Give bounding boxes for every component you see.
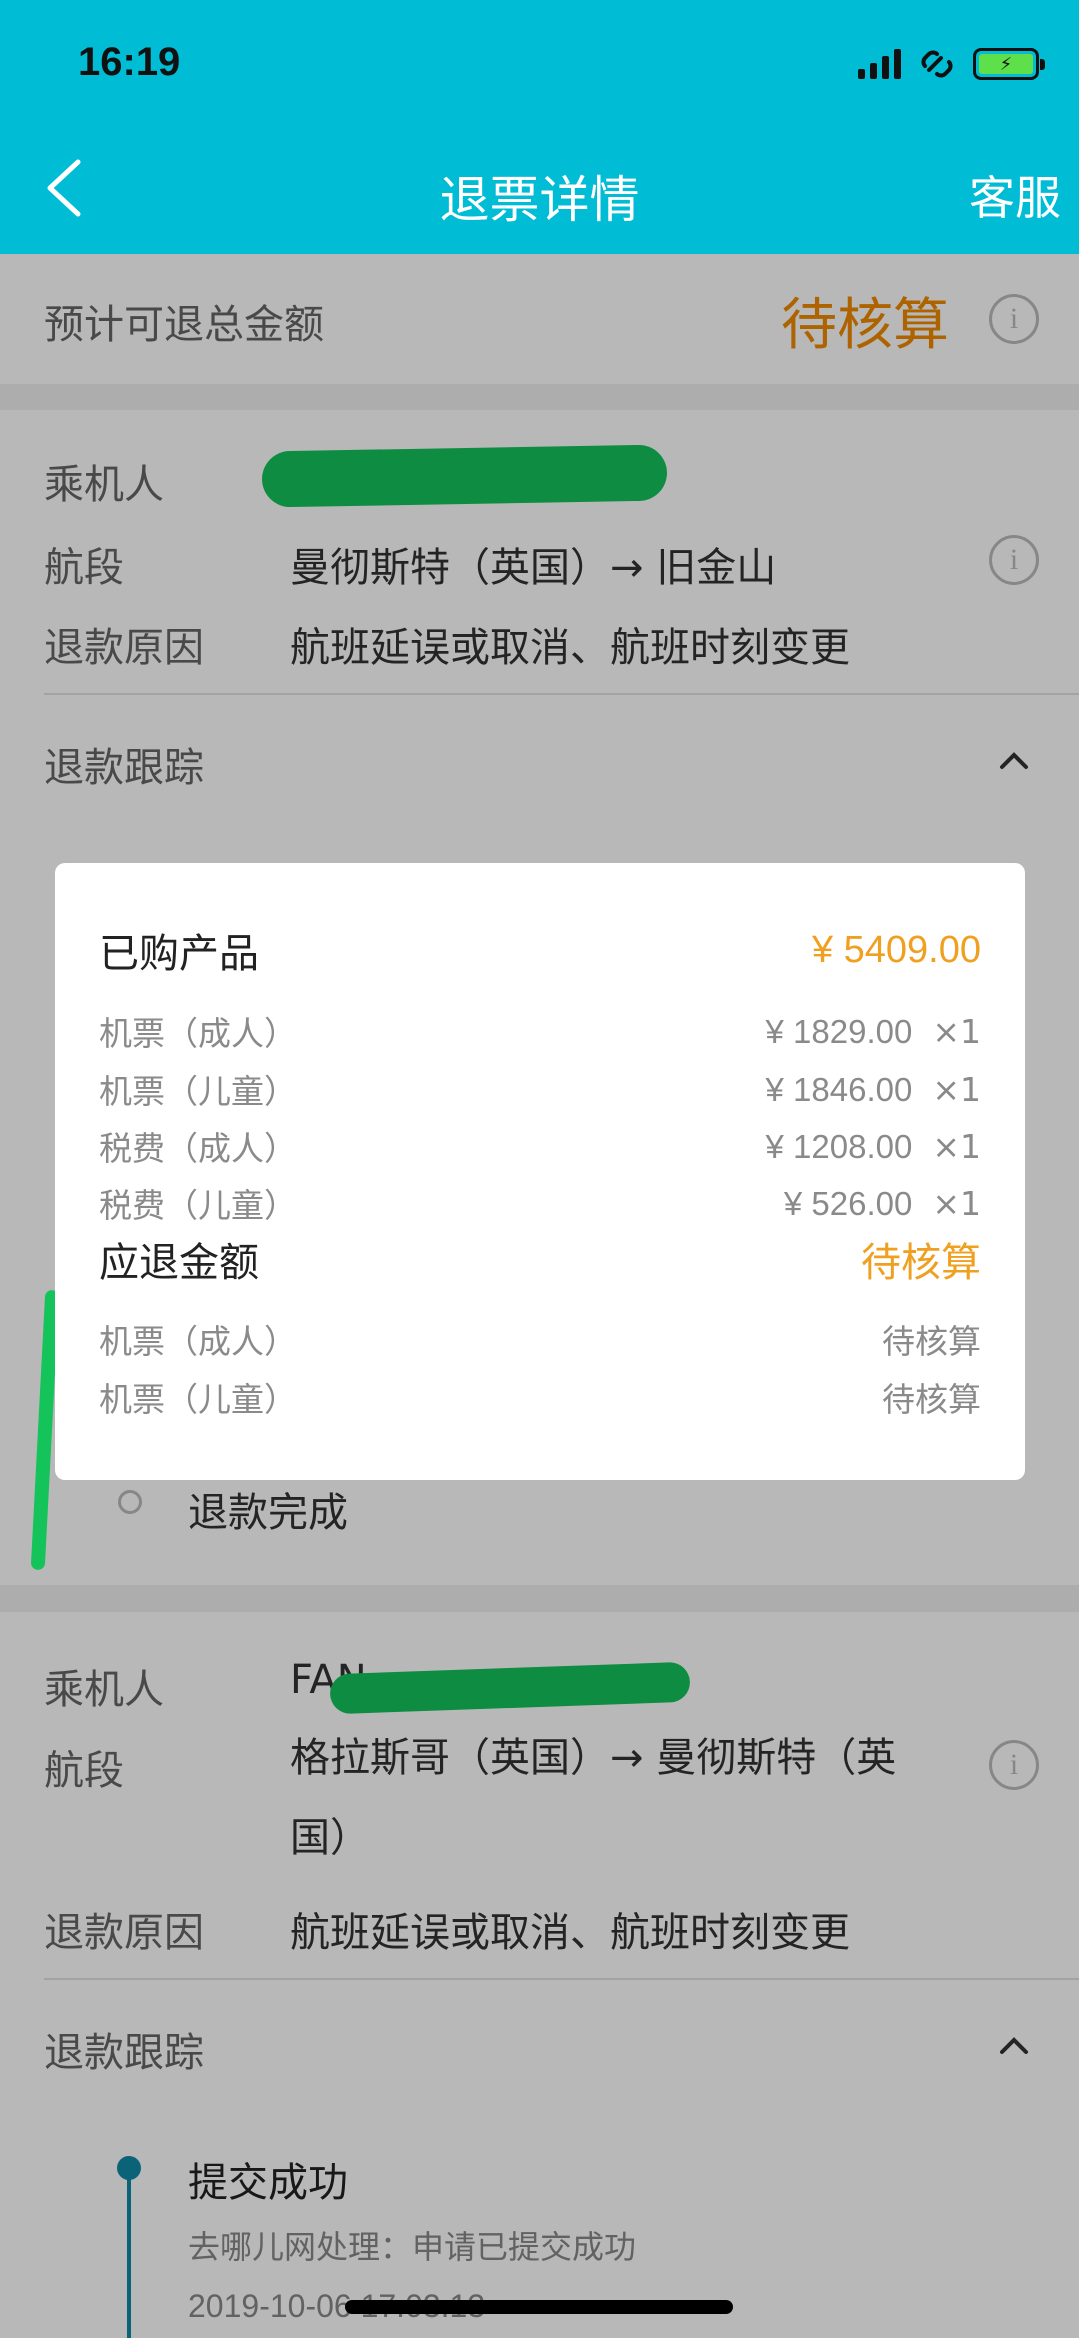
refund-item-name: 机票（儿童） xyxy=(99,1380,297,1419)
home-indicator[interactable] xyxy=(345,2300,733,2314)
battery-icon: ⚡ xyxy=(973,48,1045,80)
price-detail-modal: 已购产品 ¥ 5409.00 机票（成人） ¥ 1829.00 ×1 机票（儿童）… xyxy=(55,863,1025,1480)
item-amount: ¥ 526.00 xyxy=(783,1184,913,1222)
refund-item-name: 机票（成人） xyxy=(99,1322,297,1361)
purchased-row: 已购产品 ¥ 5409.00 xyxy=(99,921,981,979)
refund-item: 机票（成人） 待核算 xyxy=(99,1315,981,1363)
item-name: 机票（成人） xyxy=(99,1014,297,1053)
signal-icon xyxy=(858,49,901,79)
item-amount: ¥ 1208.00 xyxy=(765,1127,913,1165)
app-header: 16:19 ⚡ 退票详情 客服 xyxy=(0,0,1079,254)
item-qty: ×1 xyxy=(932,1183,981,1223)
customer-service-button[interactable]: 客服 xyxy=(969,162,1061,228)
page-title: 退票详情 xyxy=(439,171,640,229)
refund-row: 应退金额 待核算 xyxy=(99,1230,981,1288)
purchased-label: 已购产品 xyxy=(99,931,259,977)
link-icon xyxy=(921,50,953,78)
purchased-item: 机票（成人） ¥ 1829.00 ×1 xyxy=(99,1007,981,1055)
purchased-item: 机票（儿童） ¥ 1846.00 ×1 xyxy=(99,1065,981,1113)
purchased-item: 税费（成人） ¥ 1208.00 ×1 xyxy=(99,1122,981,1170)
status-time: 16:19 xyxy=(78,40,181,84)
refund-label: 应退金额 xyxy=(99,1240,259,1286)
refund-item: 机票（儿童） 待核算 xyxy=(99,1373,981,1421)
item-qty: ×1 xyxy=(932,1011,981,1051)
refund-item-value: 待核算 xyxy=(882,1322,981,1361)
item-qty: ×1 xyxy=(932,1069,981,1109)
purchased-item: 税费（儿童） ¥ 526.00 ×1 xyxy=(99,1179,981,1227)
item-name: 税费（儿童） xyxy=(99,1186,297,1225)
refund-total: 待核算 xyxy=(861,1240,981,1286)
item-qty: ×1 xyxy=(932,1126,981,1166)
purchased-total: ¥ 5409.00 xyxy=(811,928,981,971)
refund-item-value: 待核算 xyxy=(882,1380,981,1419)
status-icons: ⚡ xyxy=(858,48,1045,80)
item-amount: ¥ 1846.00 xyxy=(765,1070,913,1108)
item-amount: ¥ 1829.00 xyxy=(765,1012,913,1050)
item-name: 税费（成人） xyxy=(99,1129,297,1168)
item-name: 机票（儿童） xyxy=(99,1072,297,1111)
